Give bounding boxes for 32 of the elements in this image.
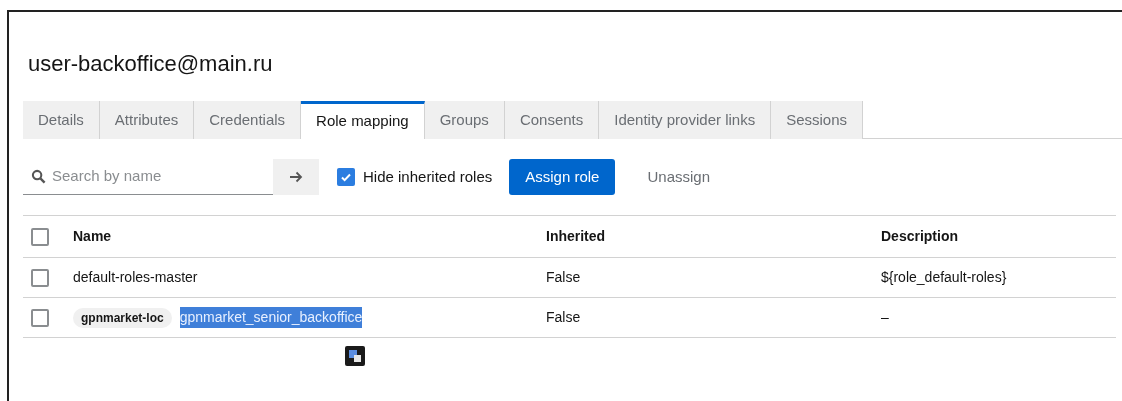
tab[interactable]: Attributes [99, 101, 195, 139]
arrow-right-icon [289, 171, 303, 183]
tab[interactable]: Details [23, 101, 100, 139]
tab[interactable]: Sessions [771, 101, 864, 139]
page-title: user-backoffice@main.ru [28, 50, 274, 78]
row-checkbox[interactable] [31, 308, 49, 327]
table-cell-text: – [881, 308, 889, 327]
column-header: Description [881, 227, 958, 246]
assign-role-button[interactable]: Assign role [509, 159, 616, 195]
tab[interactable]: Credentials [194, 101, 302, 139]
row-checkbox[interactable] [31, 268, 49, 287]
table-cell-text: False [546, 268, 582, 287]
search-submit-button[interactable] [273, 159, 319, 195]
tab[interactable]: Role mapping [301, 101, 425, 139]
unassign-button[interactable]: Unassign [631, 159, 726, 195]
hide-inherited-checkbox[interactable] [337, 168, 355, 186]
column-header: Inherited [546, 227, 607, 246]
search-icon [31, 169, 46, 184]
select-all-checkbox[interactable] [31, 227, 49, 246]
translate-icon[interactable] [345, 346, 365, 366]
check-icon [340, 171, 352, 183]
client-badge: gpnmarket-loc [73, 307, 172, 328]
column-header: Name [73, 227, 113, 246]
table-cell-text: ${role_default-roles} [881, 268, 1007, 287]
tab[interactable]: Groups [424, 101, 505, 139]
search-field[interactable]: Search by name [52, 165, 252, 188]
role-name: default-roles-master [73, 268, 198, 287]
role-name: gpnmarket_senior_backoffice [179, 307, 363, 328]
tab[interactable]: Identity provider links [599, 101, 772, 139]
checkbox-label: Hide inherited roles [363, 166, 493, 187]
table-cell-text: False [546, 308, 582, 327]
tab[interactable]: Consents [504, 101, 600, 139]
